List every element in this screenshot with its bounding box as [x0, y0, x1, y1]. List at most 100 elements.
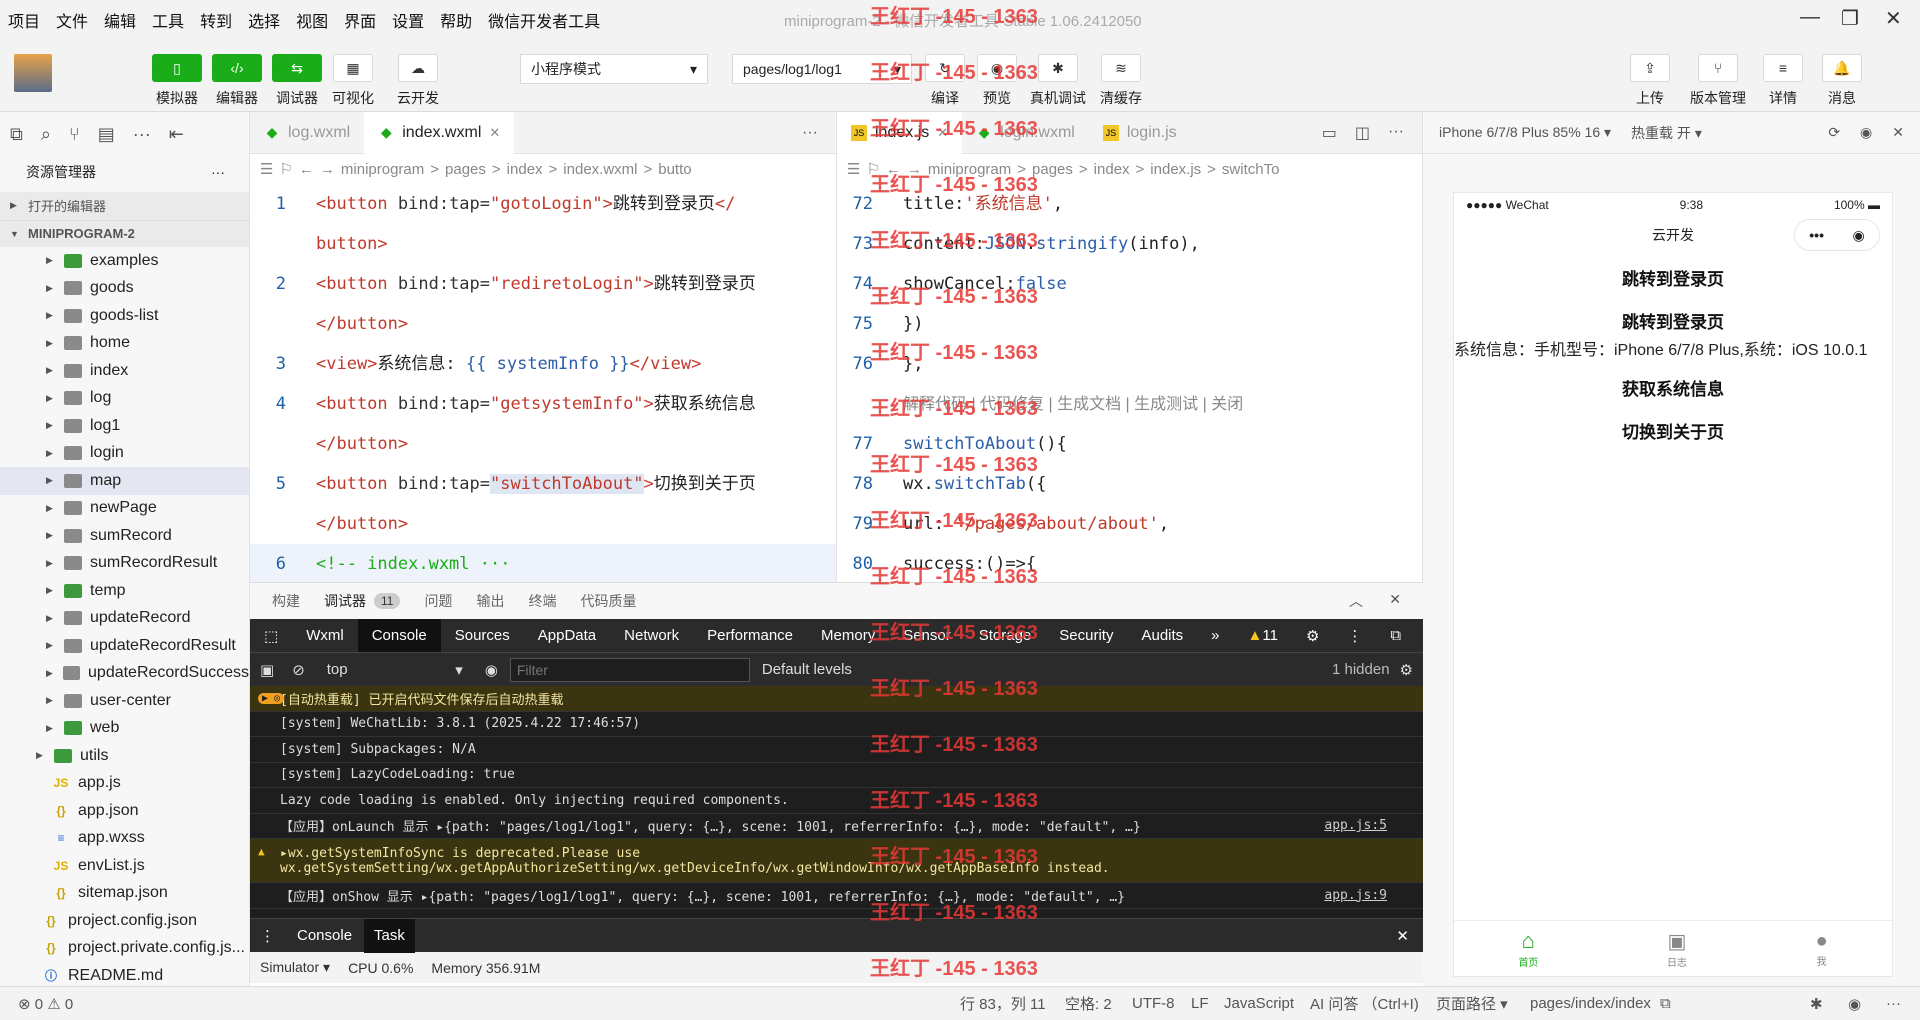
- breadcrumb-item[interactable]: miniprogram: [928, 161, 1011, 178]
- close-icon[interactable]: ✕: [1389, 591, 1401, 608]
- back-icon[interactable]: ←: [299, 161, 314, 178]
- mode-select[interactable]: 小程序模式 ▾: [520, 54, 708, 84]
- devtools-tab-performance[interactable]: Performance: [693, 619, 807, 652]
- cursor-position[interactable]: 行 83，列 11: [960, 993, 1046, 1014]
- breadcrumb-item[interactable]: index.wxml: [563, 161, 637, 178]
- folder-user-center[interactable]: ▶ user-center: [0, 687, 249, 715]
- forward-icon[interactable]: →: [320, 161, 335, 178]
- code-area[interactable]: 1 <button bind:tap="gotoLogin">跳转到登录页</bu…: [250, 184, 836, 582]
- tab-log-wxml[interactable]: ◆ log.wxml: [250, 112, 364, 154]
- source-link[interactable]: app.js:5: [1324, 818, 1387, 833]
- clear-icon[interactable]: ⊘: [284, 661, 313, 679]
- preview-button[interactable]: ◉ 预览: [977, 54, 1017, 108]
- panel-tab[interactable]: 问题: [424, 591, 452, 611]
- menu-item[interactable]: 转到: [192, 8, 240, 32]
- file-app.wxss[interactable]: ≡ app.wxss: [0, 825, 249, 853]
- folder-index[interactable]: ▶ index: [0, 357, 249, 385]
- breadcrumb-item[interactable]: pages: [1032, 161, 1073, 178]
- menu-item[interactable]: 工具: [144, 8, 192, 32]
- more-icon[interactable]: •••: [1809, 227, 1824, 243]
- devtools-tab-sensor[interactable]: Sensor: [889, 619, 965, 652]
- more-icon[interactable]: ···: [1886, 995, 1901, 1012]
- folder-log[interactable]: ▶ log: [0, 385, 249, 413]
- folder-home[interactable]: ▶ home: [0, 330, 249, 358]
- tab-index-wxml[interactable]: ◆ index.wxml ✕: [364, 112, 515, 154]
- messages-button[interactable]: 🔔 消息: [1822, 54, 1862, 108]
- more-icon[interactable]: ···: [133, 124, 151, 145]
- encoding[interactable]: UTF-8: [1132, 995, 1175, 1012]
- close-circle-icon[interactable]: ◉: [1853, 227, 1865, 244]
- folder-newPage[interactable]: ▶ newPage: [0, 495, 249, 523]
- undock-icon[interactable]: ⧉: [1376, 619, 1415, 652]
- extensions-icon[interactable]: ▤: [98, 124, 115, 145]
- devtools-tab-storage[interactable]: Storage: [965, 619, 1046, 652]
- device-select[interactable]: iPhone 6/7/8 Plus 85% 16 ▾: [1439, 124, 1611, 141]
- breadcrumb-item[interactable]: butto: [658, 161, 691, 178]
- folder-log1[interactable]: ▶ log1: [0, 412, 249, 440]
- chevron-up-icon[interactable]: ︿: [1349, 591, 1363, 611]
- devtools-tab-audits[interactable]: Audits: [1127, 619, 1197, 652]
- more-icon[interactable]: ⋮: [1333, 619, 1376, 652]
- eye-icon[interactable]: ◉: [473, 661, 510, 679]
- folder-goods[interactable]: ▶ goods: [0, 275, 249, 303]
- file-envList.js[interactable]: JS envList.js: [0, 852, 249, 880]
- editor-button[interactable]: ‹/› 编辑器: [212, 54, 262, 108]
- menu-item[interactable]: 文件: [48, 8, 96, 32]
- maximize-icon[interactable]: ❐: [1841, 6, 1859, 31]
- outline-icon[interactable]: ☰: [847, 160, 860, 178]
- outline-icon[interactable]: ☰: [260, 160, 273, 178]
- page-select[interactable]: pages/log1/log1 ▾: [732, 54, 912, 84]
- hot-reload-toggle[interactable]: 热重载 开 ▾: [1631, 123, 1702, 143]
- breadcrumb-item[interactable]: index: [1094, 161, 1130, 178]
- source-link[interactable]: app.js:9: [1324, 888, 1387, 903]
- capsule-menu[interactable]: ••• ◉: [1794, 219, 1880, 251]
- file-app.js[interactable]: JS app.js: [0, 770, 249, 798]
- context-select[interactable]: top ▾: [313, 661, 473, 679]
- page-path-label[interactable]: 页面路径 ▾: [1436, 993, 1508, 1014]
- avatar[interactable]: [14, 54, 52, 92]
- details-button[interactable]: ≡ 详情: [1763, 54, 1803, 108]
- panel-tab[interactable]: 终端: [528, 591, 556, 611]
- folder-examples[interactable]: ▶ examples: [0, 247, 249, 275]
- git-icon[interactable]: ⑂: [69, 124, 80, 145]
- folder-sumRecord[interactable]: ▶ sumRecord: [0, 522, 249, 550]
- close-tab-icon[interactable]: ✕: [489, 125, 500, 141]
- tab-index-js[interactable]: JS index.js ✕: [837, 112, 963, 154]
- ai-assistant[interactable]: AI 问答 （Ctrl+I): [1310, 993, 1419, 1014]
- problems-indicator[interactable]: ⊗ 0 ⚠ 0: [0, 995, 73, 1013]
- filter-input[interactable]: [509, 657, 750, 682]
- collapse-icon[interactable]: ⇤: [169, 124, 184, 145]
- redirect-login-button[interactable]: 跳转到登录页: [1454, 308, 1892, 333]
- panel-tab[interactable]: 输出: [476, 591, 504, 611]
- copy-icon[interactable]: ⧉: [1660, 995, 1671, 1012]
- tab-home[interactable]: ⌂ 首页: [1518, 928, 1538, 969]
- folder-sumRecordResult[interactable]: ▶ sumRecordResult: [0, 550, 249, 578]
- rotate-icon[interactable]: ⟳: [1828, 124, 1840, 141]
- panel-tab[interactable]: 调试器: [324, 591, 366, 611]
- settings-icon[interactable]: ⚙: [1292, 619, 1333, 652]
- breadcrumb-item[interactable]: miniprogram: [341, 161, 424, 178]
- language-mode[interactable]: JavaScript: [1224, 995, 1294, 1012]
- compile-button[interactable]: ↻ 编译: [925, 54, 965, 108]
- file-root[interactable]: {} project.private.config.js...: [0, 935, 249, 963]
- menu-item[interactable]: 视图: [288, 8, 336, 32]
- simulator-button[interactable]: ▯ 模拟器: [152, 54, 202, 108]
- devtools-tab-sources[interactable]: Sources: [441, 619, 524, 652]
- inspect-icon[interactable]: ⬚: [250, 619, 292, 652]
- devtools-tab-appdata[interactable]: AppData: [524, 619, 610, 652]
- folder-goods-list[interactable]: ▶ goods-list: [0, 302, 249, 330]
- bookmark-icon[interactable]: ⚐: [866, 160, 879, 178]
- simulator-select[interactable]: Simulator ▾: [260, 959, 330, 976]
- menu-item[interactable]: 选择: [240, 8, 288, 32]
- folder-temp[interactable]: ▶ temp: [0, 577, 249, 605]
- breadcrumb-item[interactable]: pages: [445, 161, 486, 178]
- visual-button[interactable]: ▦ 可视化: [332, 54, 374, 108]
- debugger-button[interactable]: ⇆ 调试器: [272, 54, 322, 108]
- tab-log[interactable]: ▣ 日志: [1667, 929, 1687, 969]
- tab-login-js[interactable]: JS login.js: [1089, 112, 1191, 154]
- warning-count[interactable]: ▲ 11: [1234, 619, 1292, 652]
- comment-icon[interactable]: ▭: [1322, 123, 1337, 143]
- eol[interactable]: LF: [1191, 995, 1209, 1012]
- folder-login[interactable]: ▶ login: [0, 440, 249, 468]
- back-icon[interactable]: ←: [886, 161, 901, 178]
